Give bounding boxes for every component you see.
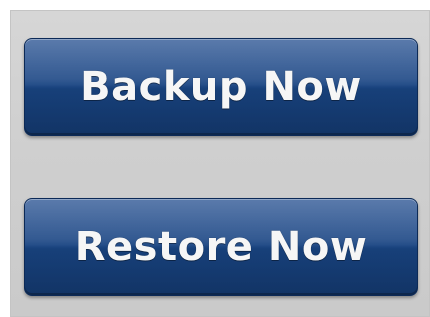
backup-now-label: Backup Now: [80, 64, 362, 110]
restore-now-label: Restore Now: [74, 224, 368, 270]
restore-now-button[interactable]: Restore Now: [24, 198, 418, 296]
button-panel: Backup Now Restore Now: [10, 10, 430, 317]
backup-now-button[interactable]: Backup Now: [24, 38, 418, 136]
